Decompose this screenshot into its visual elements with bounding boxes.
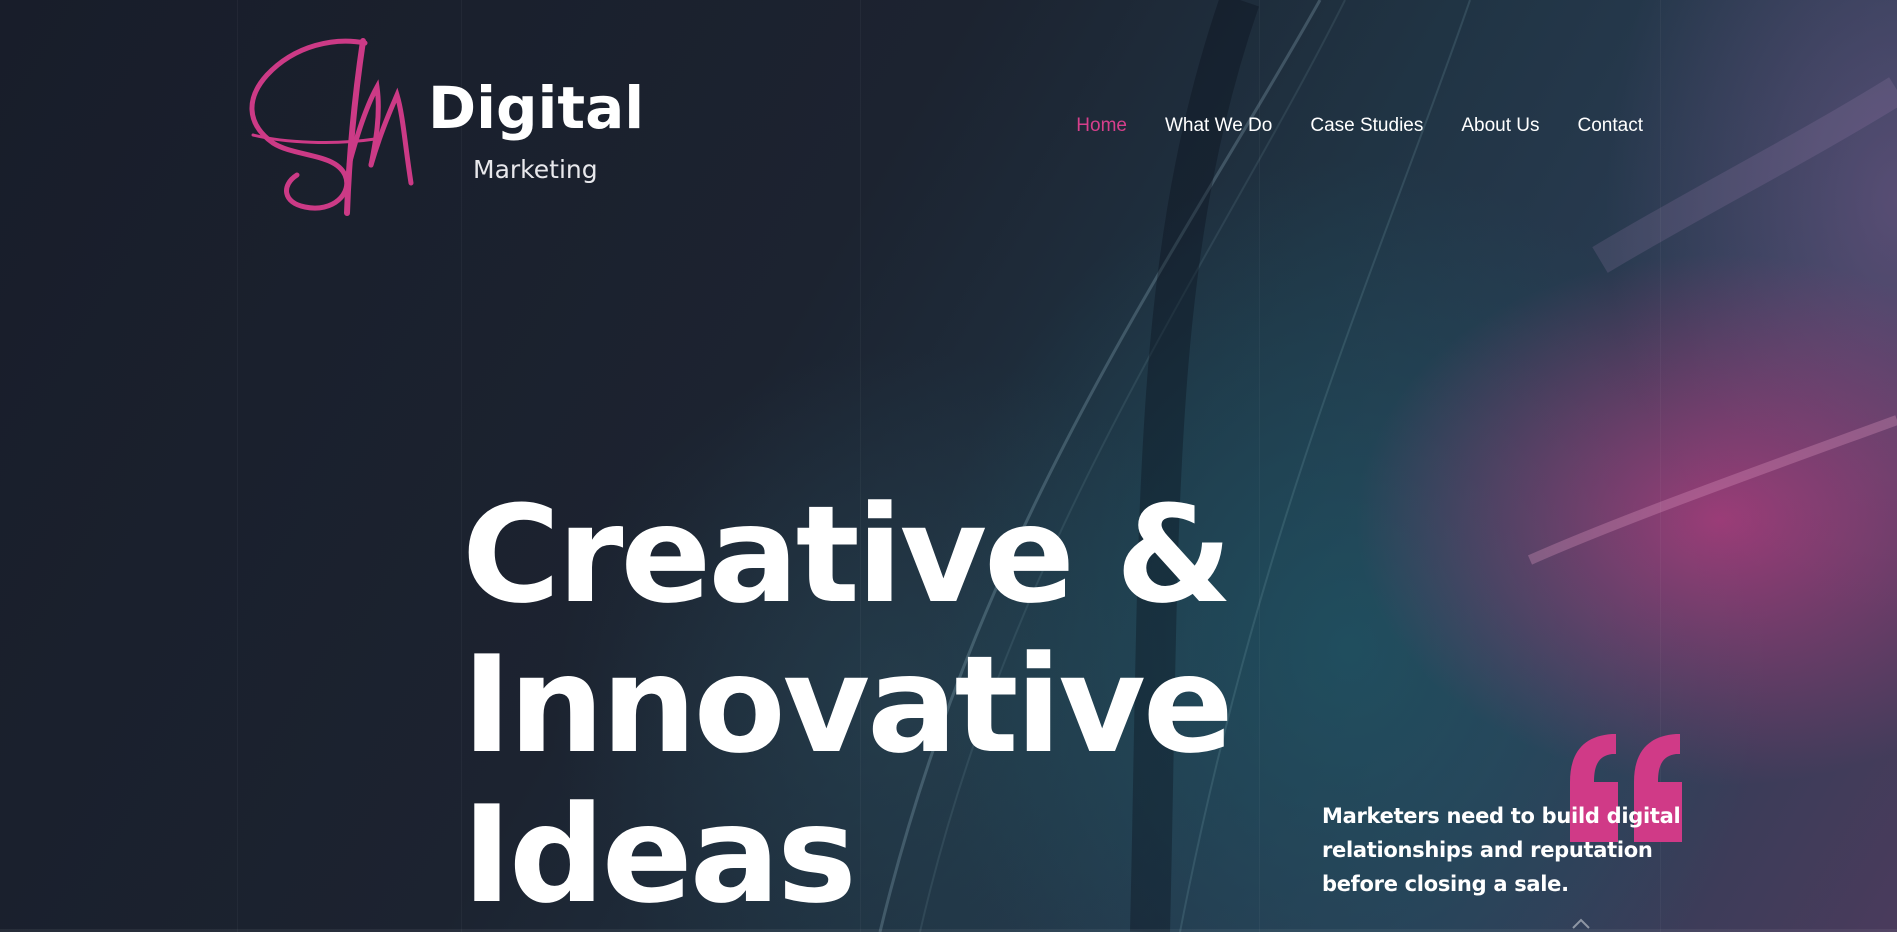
nav-item-case-studies[interactable]: Case Studies <box>1310 114 1423 138</box>
headline-line: Innovative <box>462 627 1234 783</box>
hero-section: Digital Marketing Home What We Do Case S… <box>0 0 1897 932</box>
nav-item-about-us[interactable]: About Us <box>1461 114 1539 138</box>
signature-logo-icon <box>249 38 414 216</box>
brand-name: Digital <box>428 74 645 142</box>
headline-line: Ideas <box>462 777 857 932</box>
hero-quote: Marketers need to build digital relation… <box>1322 804 1681 896</box>
hero-headline: Creative & Innovative Ideas <box>462 477 1234 932</box>
brand-logo[interactable]: Digital Marketing <box>245 35 645 225</box>
chevron-up-icon[interactable] <box>1570 916 1592 930</box>
nav-item-contact[interactable]: Contact <box>1578 114 1643 138</box>
main-nav: Home What We Do Case Studies About Us Co… <box>1076 114 1643 138</box>
nav-item-home[interactable]: Home <box>1076 114 1127 138</box>
grid-line <box>237 0 238 932</box>
headline-line: Creative & <box>462 477 1232 633</box>
brand-tagline: Marketing <box>473 155 598 184</box>
nav-item-what-we-do[interactable]: What We Do <box>1165 114 1272 138</box>
grid-line <box>1259 0 1260 932</box>
